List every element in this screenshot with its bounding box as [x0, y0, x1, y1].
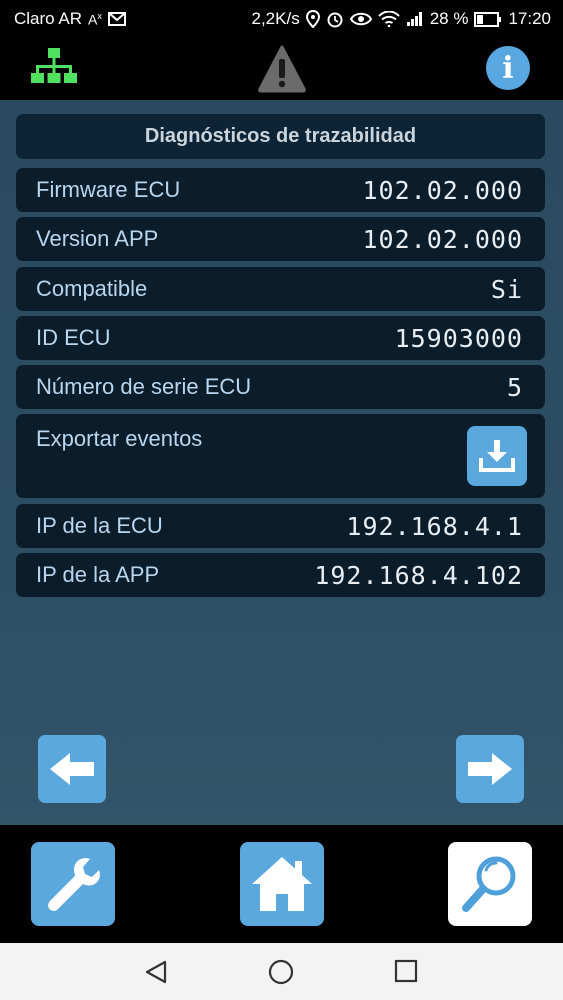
magnifier-icon — [462, 856, 516, 912]
info-icon[interactable]: i — [486, 46, 530, 90]
top-header: i — [0, 38, 563, 100]
bottom-toolbar — [0, 825, 563, 943]
font-size-icon: Ax — [88, 10, 102, 28]
forward-button[interactable] — [456, 735, 524, 803]
mail-icon — [107, 12, 126, 26]
row-version-app: Version APP 102.02.000 — [16, 217, 545, 261]
warning-icon[interactable] — [258, 44, 306, 94]
back-triangle-icon[interactable] — [143, 959, 169, 985]
download-icon — [479, 440, 515, 472]
arrow-left-icon — [50, 753, 94, 785]
home-button[interactable] — [240, 842, 324, 926]
row-value: 192.168.4.102 — [314, 560, 523, 590]
back-button[interactable] — [38, 735, 106, 803]
settings-button[interactable] — [31, 842, 115, 926]
row-label: Firmware ECU — [36, 177, 181, 202]
row-export-events: Exportar eventos — [16, 414, 545, 498]
signal-icon — [406, 12, 422, 26]
search-button[interactable] — [448, 842, 532, 926]
row-value: 102.02.000 — [362, 175, 523, 205]
wrench-icon — [48, 858, 100, 911]
status-bar: Claro AR Ax 2,2K/s 28 % 17:20 — [0, 0, 563, 38]
row-label: Version APP — [36, 226, 159, 251]
export-button[interactable] — [467, 426, 527, 486]
row-value: Si — [490, 274, 523, 304]
main-content: Diagnósticos de trazabilidad Firmware EC… — [0, 100, 563, 825]
row-label: ID ECU — [36, 325, 111, 350]
alarm-icon — [327, 12, 343, 28]
carrier-label: Claro AR — [14, 9, 83, 28]
row-value: 192.168.4.1 — [346, 511, 523, 541]
row-label: IP de la ECU — [36, 513, 163, 538]
panel-title: Diagnósticos de trazabilidad — [16, 114, 545, 159]
battery-percent: 28 % — [429, 9, 469, 28]
arrow-right-icon — [468, 753, 512, 785]
row-id-ecu: ID ECU 15903000 — [16, 316, 545, 360]
home-circle-icon[interactable] — [268, 959, 294, 985]
eye-icon — [349, 12, 372, 26]
info-glyph: i — [502, 50, 514, 86]
row-label: Exportar eventos — [36, 426, 203, 451]
system-navigation-bar — [0, 943, 563, 1000]
row-ip-ecu: IP de la ECU 192.168.4.1 — [16, 504, 545, 548]
row-value: 102.02.000 — [362, 224, 523, 254]
row-ip-app: IP de la APP 192.168.4.102 — [16, 553, 545, 597]
location-icon — [305, 10, 320, 28]
network-speed: 2,2K/s — [251, 9, 300, 28]
row-serial-ecu: Número de serie ECU 5 — [16, 365, 545, 409]
row-compatible: Compatible Si — [16, 267, 545, 311]
row-firmware-ecu: Firmware ECU 102.02.000 — [16, 168, 545, 212]
row-label: Compatible — [36, 276, 148, 301]
home-icon — [252, 857, 312, 911]
battery-icon — [474, 11, 502, 27]
network-tree-icon[interactable] — [30, 46, 78, 92]
wifi-icon — [377, 11, 400, 27]
row-label: IP de la APP — [36, 562, 160, 587]
row-label: Número de serie ECU — [36, 374, 252, 399]
clock: 17:20 — [508, 9, 551, 28]
row-value: 5 — [506, 372, 523, 402]
row-value: 15903000 — [394, 323, 523, 353]
recents-square-icon[interactable] — [394, 959, 418, 983]
